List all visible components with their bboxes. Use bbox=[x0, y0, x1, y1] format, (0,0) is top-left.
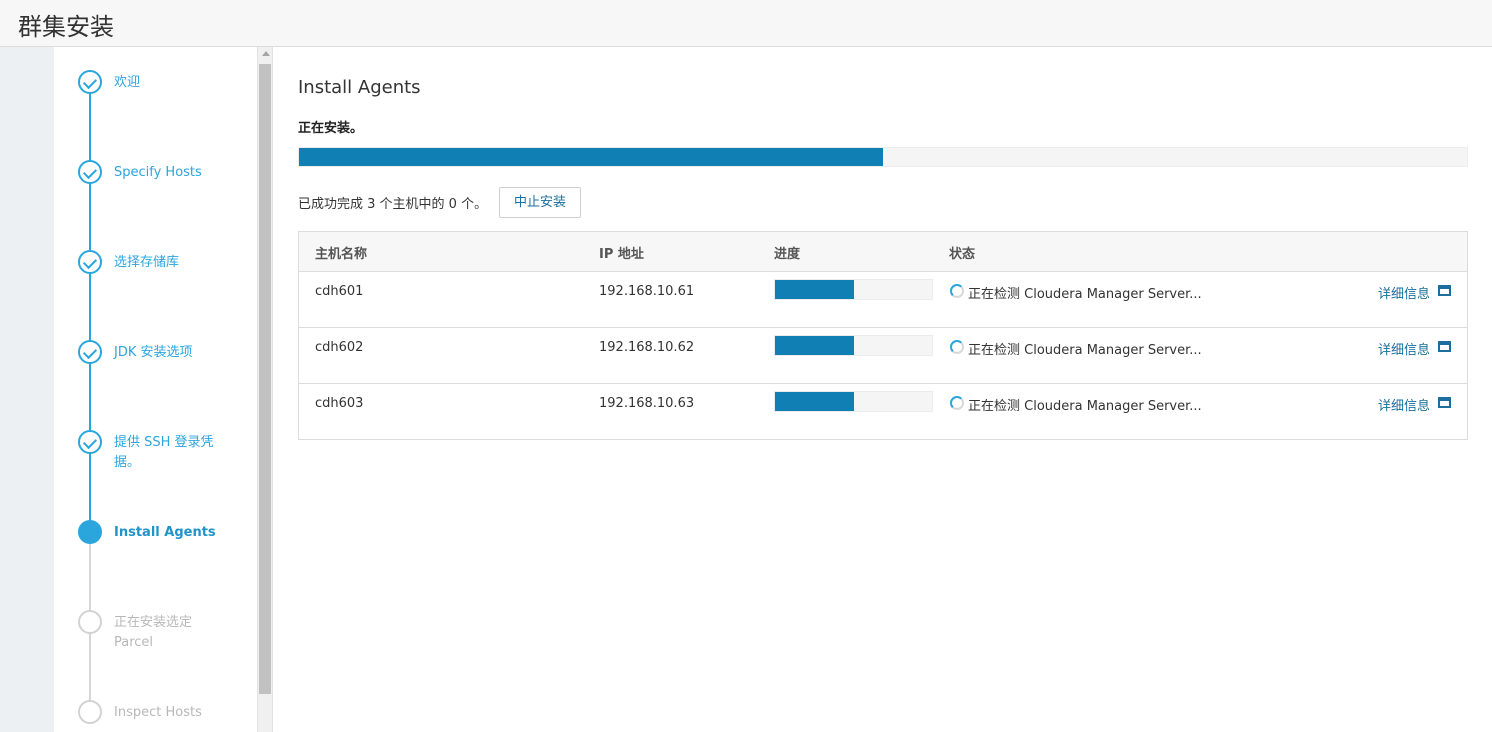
hosts-table: 主机名称 IP 地址 进度 状态 cdh601 192.168.10.61 正在… bbox=[298, 231, 1468, 440]
active-step-icon bbox=[78, 520, 102, 544]
wizard-step-label: 欢迎 bbox=[114, 75, 141, 90]
install-status-title: 正在安装。 bbox=[298, 121, 364, 136]
completion-summary: 已成功完成 3 个主机中的 0 个。 bbox=[298, 197, 488, 212]
status-cell: 正在检测 Cloudera Manager Server... bbox=[968, 287, 1202, 302]
abort-install-button[interactable]: 中止安装 bbox=[499, 187, 581, 218]
sidebar-scrollbar[interactable] bbox=[257, 47, 273, 732]
window-icon[interactable] bbox=[1438, 285, 1451, 296]
main-content: Install Agents 正在安装。 已成功完成 3 个主机中的 0 个。 … bbox=[274, 47, 1492, 732]
ip-cell: 192.168.10.63 bbox=[599, 396, 695, 411]
check-circle-icon bbox=[78, 70, 102, 94]
details-link[interactable]: 详细信息 bbox=[1378, 283, 1430, 302]
details-link[interactable]: 详细信息 bbox=[1378, 339, 1430, 358]
column-header-hostname: 主机名称 bbox=[315, 247, 368, 262]
check-circle-icon bbox=[78, 250, 102, 274]
check-circle-icon bbox=[78, 340, 102, 364]
wizard-step-label: 提供 SSH 登录凭据。 bbox=[114, 435, 214, 470]
check-circle-icon bbox=[78, 160, 102, 184]
wizard-step-label: Inspect Hosts bbox=[114, 705, 202, 720]
table-header: 主机名称 IP 地址 进度 状态 bbox=[299, 232, 1467, 272]
top-bar: 群集安装 bbox=[0, 0, 1492, 47]
host-progress-fill bbox=[775, 280, 854, 299]
wizard-step-label: 选择存储库 bbox=[114, 255, 180, 270]
host-progress-bar bbox=[774, 279, 933, 300]
scroll-up-arrow-icon[interactable] bbox=[262, 51, 270, 56]
spinner-icon bbox=[950, 396, 964, 410]
overall-progress-bar bbox=[298, 147, 1468, 167]
table-row: cdh601 192.168.10.61 正在检测 Cloudera Manag… bbox=[299, 272, 1467, 328]
table-row: cdh603 192.168.10.63 正在检测 Cloudera Manag… bbox=[299, 384, 1467, 440]
wizard-step-install-agents: Install Agents bbox=[78, 520, 253, 580]
wizard-step-parcels: 正在安装选定 Parcel bbox=[78, 610, 253, 670]
column-header-ip: IP 地址 bbox=[599, 247, 644, 262]
column-header-status: 状态 bbox=[949, 247, 976, 262]
wizard-step-label: 正在安装选定 Parcel bbox=[114, 615, 193, 650]
details-link[interactable]: 详细信息 bbox=[1378, 395, 1430, 414]
spinner-icon bbox=[950, 284, 964, 298]
hostname-cell: cdh601 bbox=[315, 284, 364, 299]
host-progress-bar bbox=[774, 335, 933, 356]
status-cell: 正在检测 Cloudera Manager Server... bbox=[968, 343, 1202, 358]
wizard-step-label: JDK 安装选项 bbox=[114, 345, 193, 360]
wizard-step-jdk[interactable]: JDK 安装选项 bbox=[78, 340, 253, 400]
scrollbar-thumb[interactable] bbox=[259, 64, 271, 694]
pending-step-icon bbox=[78, 610, 102, 634]
host-progress-fill bbox=[775, 392, 854, 411]
check-circle-icon bbox=[78, 430, 102, 454]
wizard-step-repository[interactable]: 选择存储库 bbox=[78, 250, 253, 310]
wizard-step-inspect-hosts: Inspect Hosts bbox=[78, 700, 253, 732]
table-row: cdh602 192.168.10.62 正在检测 Cloudera Manag… bbox=[299, 328, 1467, 384]
wizard-step-ssh[interactable]: 提供 SSH 登录凭据。 bbox=[78, 430, 253, 490]
section-heading: Install Agents bbox=[298, 77, 421, 98]
left-gutter bbox=[0, 47, 54, 732]
host-progress-bar bbox=[774, 391, 933, 412]
spinner-icon bbox=[950, 340, 964, 354]
status-cell: 正在检测 Cloudera Manager Server... bbox=[968, 399, 1202, 414]
wizard-step-label: Specify Hosts bbox=[114, 165, 202, 180]
hostname-cell: cdh603 bbox=[315, 396, 364, 411]
ip-cell: 192.168.10.61 bbox=[599, 284, 695, 299]
overall-progress-fill bbox=[299, 148, 883, 166]
window-icon[interactable] bbox=[1438, 341, 1451, 352]
pending-step-icon bbox=[78, 700, 102, 724]
ip-cell: 192.168.10.62 bbox=[599, 340, 695, 355]
wizard-step-specify-hosts[interactable]: Specify Hosts bbox=[78, 160, 253, 220]
column-header-progress: 进度 bbox=[774, 247, 801, 262]
host-progress-fill bbox=[775, 336, 854, 355]
page-title: 群集安装 bbox=[18, 13, 114, 41]
wizard-step-label: Install Agents bbox=[114, 525, 216, 540]
hostname-cell: cdh602 bbox=[315, 340, 364, 355]
wizard-step-welcome[interactable]: 欢迎 bbox=[78, 70, 253, 130]
wizard-steps: 欢迎 Specify Hosts 选择存储库 JDK 安装选项 提供 SSH 登… bbox=[54, 47, 257, 732]
window-icon[interactable] bbox=[1438, 397, 1451, 408]
